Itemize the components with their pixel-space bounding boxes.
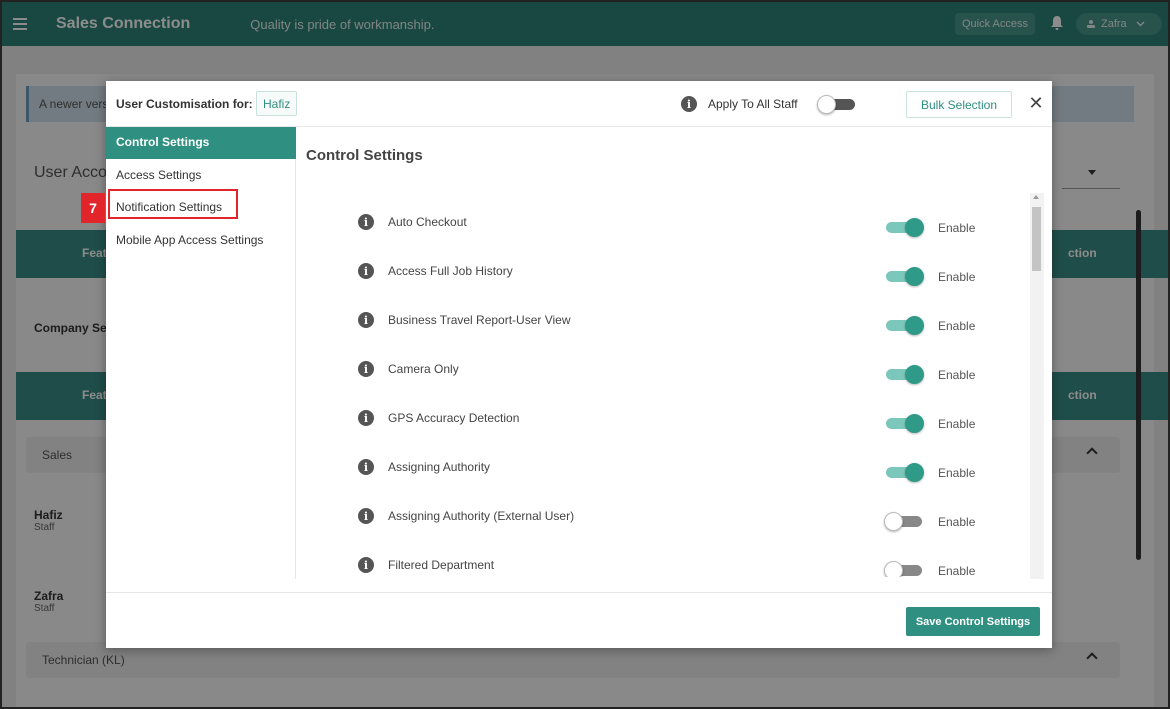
setting-row: i Filtered Department Enable — [352, 554, 982, 577]
nav-item-control-settings[interactable]: Control Settings — [106, 127, 296, 159]
setting-label: Business Travel Report-User View — [388, 313, 571, 327]
setting-row: i Business Travel Report-User View Enabl… — [352, 309, 982, 339]
setting-state: Enable — [938, 515, 976, 529]
save-control-settings-button[interactable]: Save Control Settings — [906, 607, 1040, 636]
user-customisation-modal: User Customisation for: Hafiz i Apply To… — [106, 81, 1052, 648]
setting-toggle[interactable] — [884, 561, 924, 577]
apply-all-staff-label: Apply To All Staff — [708, 97, 798, 111]
setting-row: i GPS Accuracy Detection Enable — [352, 407, 982, 437]
setting-row: i Camera Only Enable — [352, 358, 982, 388]
info-icon[interactable]: i — [358, 214, 374, 230]
setting-state: Enable — [938, 368, 976, 382]
setting-label: GPS Accuracy Detection — [388, 411, 520, 425]
setting-label: Camera Only — [388, 362, 459, 376]
setting-label: Assigning Authority (External User) — [388, 509, 575, 523]
app-frame: Sales Connection Quality is pride of wor… — [0, 0, 1170, 709]
settings-side-nav: Control Settings Access Settings Notific… — [106, 127, 296, 579]
content-title: Control Settings — [306, 147, 423, 164]
highlight-box — [108, 189, 238, 219]
info-icon[interactable]: i — [358, 557, 374, 573]
setting-state: Enable — [938, 319, 976, 333]
info-icon[interactable]: i — [358, 263, 374, 279]
bulk-selection-button[interactable]: Bulk Selection — [906, 91, 1012, 118]
setting-state: Enable — [938, 417, 976, 431]
setting-state: Enable — [938, 270, 976, 284]
setting-label: Filtered Department — [388, 558, 495, 572]
apply-all-staff-toggle[interactable] — [817, 95, 857, 114]
setting-toggle[interactable] — [884, 316, 924, 335]
setting-row: i Assigning Authority (External User) En… — [352, 505, 982, 535]
info-icon[interactable]: i — [358, 410, 374, 426]
info-icon[interactable]: i — [681, 96, 697, 112]
setting-row: i Assigning Authority Enable — [352, 456, 982, 486]
setting-label: Auto Checkout — [388, 215, 467, 229]
selected-user-chip[interactable]: Hafiz — [256, 91, 298, 116]
setting-state: Enable — [938, 221, 976, 235]
setting-state: Enable — [938, 564, 976, 577]
setting-row: i Access Full Job History Enable — [352, 260, 982, 290]
setting-toggle[interactable] — [884, 267, 924, 286]
setting-toggle[interactable] — [884, 218, 924, 237]
modal-header-label: User Customisation for: — [116, 97, 253, 111]
settings-list: i Auto Checkout Enable i Access Full Job… — [352, 211, 982, 577]
close-icon[interactable]: ✕ — [1027, 94, 1045, 112]
setting-state: Enable — [938, 466, 976, 480]
info-icon[interactable]: i — [358, 508, 374, 524]
setting-row: i Auto Checkout Enable — [352, 211, 982, 241]
step-badge: 7 — [81, 193, 105, 223]
scroll-up-arrow-icon[interactable] — [1033, 195, 1039, 199]
setting-toggle[interactable] — [884, 414, 924, 433]
info-icon[interactable]: i — [358, 312, 374, 328]
setting-label: Access Full Job History — [388, 264, 513, 278]
modal-footer-divider — [106, 592, 1052, 593]
info-icon[interactable]: i — [358, 459, 374, 475]
info-icon[interactable]: i — [358, 361, 374, 377]
setting-toggle[interactable] — [884, 365, 924, 384]
nav-item-access-settings[interactable]: Access Settings — [106, 160, 296, 192]
nav-item-mobile-app-access-settings[interactable]: Mobile App Access Settings — [106, 225, 296, 257]
modal-header: User Customisation for: Hafiz i Apply To… — [106, 81, 1052, 127]
setting-toggle[interactable] — [884, 463, 924, 482]
setting-toggle[interactable] — [884, 512, 924, 531]
setting-label: Assigning Authority — [388, 460, 491, 474]
settings-scrollbar-thumb[interactable] — [1032, 207, 1041, 271]
